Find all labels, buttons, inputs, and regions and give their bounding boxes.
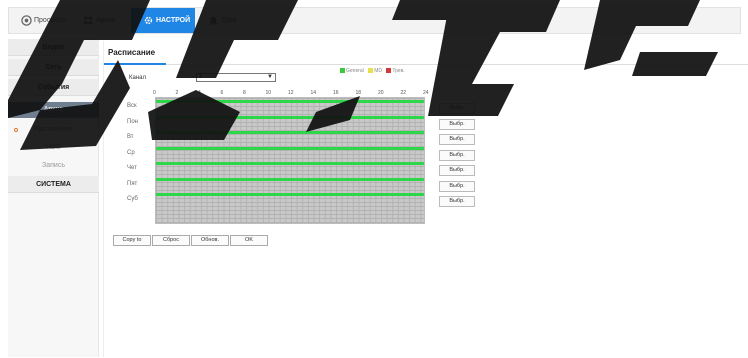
schedule-grid[interactable]	[155, 97, 425, 224]
hour-tick-label: 8	[243, 90, 246, 96]
hour-tick-label: 24	[423, 90, 429, 96]
archive-icon	[83, 16, 93, 25]
page-title: Расписание	[108, 48, 156, 57]
legend-alarm-swatch	[386, 68, 392, 74]
select-day-button[interactable]: Выбр.	[439, 180, 475, 192]
channel-label: Канал	[129, 75, 146, 81]
legend-md-label: MD	[374, 68, 382, 74]
sidebar-item-video[interactable]: Видео	[8, 39, 99, 56]
general-recording-bar[interactable]	[156, 177, 424, 181]
channel-select-value: 1	[199, 74, 203, 80]
general-recording-bar[interactable]	[156, 193, 424, 196]
hour-tick-label: 0	[153, 90, 156, 96]
hour-tick-label: 4	[198, 90, 201, 96]
tab-alarm-label: Трев.	[221, 17, 239, 24]
select-day-button[interactable]: Выбр.	[439, 165, 475, 176]
sidebar-item-schedule-label: Расписание	[34, 126, 73, 133]
day-label: Суб	[127, 196, 138, 202]
hour-tick-label: 14	[310, 90, 317, 96]
general-recording-bar[interactable]	[156, 100, 424, 103]
title-divider	[104, 64, 748, 65]
legend-general-label: General	[346, 68, 364, 74]
copy-to-button[interactable]: Copy to	[113, 235, 151, 246]
sidebar-item-events[interactable]: События	[8, 79, 99, 96]
current-item-marker-icon	[14, 128, 18, 132]
gear-icon	[144, 16, 153, 25]
select-day-button[interactable]: Выбр.	[439, 118, 475, 130]
day-label: Пят	[127, 180, 138, 187]
tab-settings[interactable]: НАСТРОЙ	[131, 8, 195, 33]
reset-button[interactable]: Сброс	[152, 235, 190, 246]
active-title-underline	[104, 63, 166, 65]
sidebar-item-network[interactable]: Сеть	[8, 59, 99, 76]
select-day-button[interactable]: Выбр.	[439, 149, 475, 161]
sidebar-item-hdd[interactable]: HDD	[8, 140, 99, 156]
tab-alarm[interactable]: Трев.	[208, 8, 248, 33]
select-day-button[interactable]: Выбр.	[439, 196, 475, 207]
action-buttons: Copy to Сброс Обнов. OK	[113, 235, 269, 246]
day-label: Ср	[127, 149, 135, 156]
tab-live-label: Просмотр	[34, 17, 66, 24]
sidebar-item-schedule[interactable]: Расписание	[8, 122, 99, 138]
camera-icon	[21, 15, 32, 26]
hour-tick-label: 6	[220, 90, 224, 96]
sidebar-item-system[interactable]: СИСТЕМА	[8, 176, 99, 193]
day-label: Вск	[127, 103, 137, 109]
legend-alarm-label: Трев.	[392, 68, 405, 74]
nav-divider	[253, 10, 254, 31]
tab-archive[interactable]: Архив	[83, 8, 133, 33]
chevron-down-icon: ▼	[267, 74, 273, 80]
tab-archive-label: Архив	[96, 17, 116, 24]
ok-button[interactable]: OK	[230, 235, 268, 246]
general-recording-bar[interactable]	[156, 162, 424, 165]
general-recording-bar[interactable]	[156, 115, 424, 119]
hour-tick-label: 10	[265, 90, 272, 96]
legend-general-swatch	[340, 68, 345, 74]
tab-live-view[interactable]: Просмотр	[21, 8, 77, 33]
hour-tick-label: 20	[378, 90, 384, 96]
sidebar: Видео Сеть События Архив Расписание HDD …	[8, 39, 99, 357]
general-recording-bar[interactable]	[156, 146, 424, 150]
schedule-legend: General MD Трев.	[337, 68, 405, 74]
sidebar-item-archive[interactable]: Архив	[8, 102, 99, 118]
day-label: Чет	[127, 165, 137, 171]
hour-tick-label: 18	[355, 90, 362, 96]
legend-md-swatch	[368, 68, 374, 74]
day-label: Вт	[127, 134, 134, 140]
hour-tick-label: 2	[175, 90, 179, 96]
hour-tick-label: 22	[400, 90, 407, 96]
refresh-button[interactable]: Обнов.	[191, 235, 229, 246]
select-day-button[interactable]: Выбр.	[439, 134, 475, 145]
channel-select[interactable]: 1 ▼	[196, 73, 276, 82]
bell-icon	[209, 16, 218, 25]
schedule-panel: Расписание Канал 1 ▼ General MD Трев. 0 2…	[103, 41, 748, 357]
general-recording-bar[interactable]	[156, 131, 424, 134]
day-label: Пон	[127, 118, 138, 125]
top-navigation-bar: Просмотр Архив НАСТРОЙ Трев.	[8, 7, 741, 34]
select-day-button[interactable]: Выбр.	[439, 103, 475, 114]
hour-tick-label: 16	[333, 90, 339, 96]
tab-settings-label: НАСТРОЙ	[156, 17, 191, 24]
hour-tick-label: 12	[288, 90, 294, 96]
sidebar-item-record[interactable]: Запись	[8, 158, 99, 174]
